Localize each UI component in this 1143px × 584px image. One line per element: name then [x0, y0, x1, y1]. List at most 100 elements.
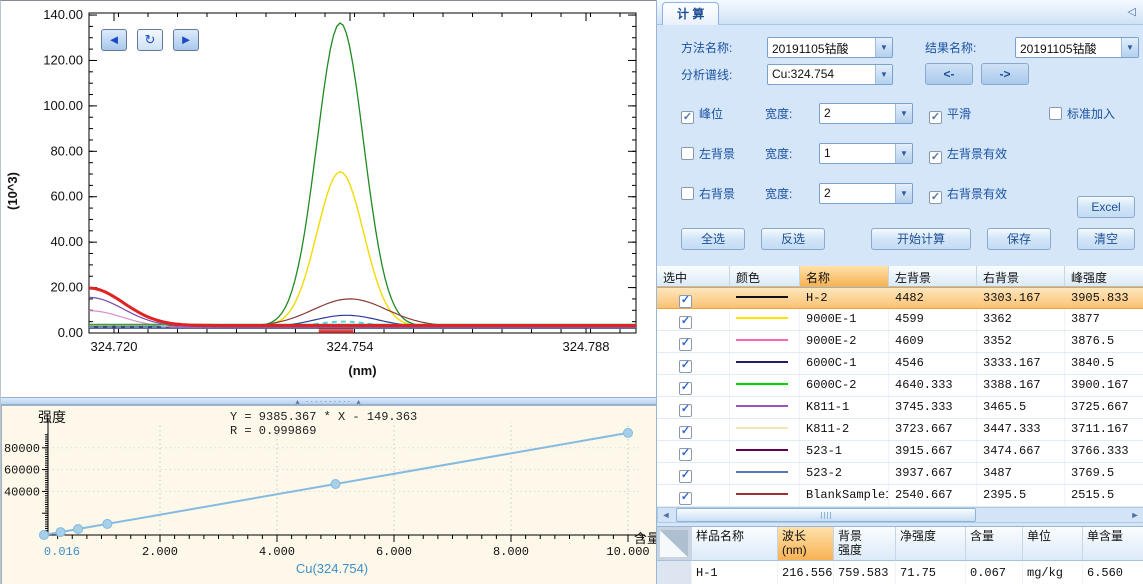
- checkbox-icon[interactable]: [1049, 107, 1062, 120]
- table-row[interactable]: H-1216.556759.58371.750.067mg/kg6.560: [657, 561, 1143, 584]
- calibration-point[interactable]: [74, 525, 83, 534]
- chevron-down-icon[interactable]: ▼: [895, 184, 912, 203]
- refresh-button[interactable]: ↻: [137, 29, 163, 51]
- corner-select-all-cell[interactable]: [657, 527, 692, 561]
- column-header[interactable]: 含量: [966, 527, 1023, 561]
- column-header[interactable]: 波长 (nm): [778, 527, 834, 561]
- row-checkbox-cell[interactable]: [657, 331, 730, 352]
- row-checkbox[interactable]: [679, 492, 692, 505]
- calibration-point[interactable]: [56, 528, 65, 537]
- peak-checkbox[interactable]: 峰位: [681, 104, 723, 124]
- tab-calculate[interactable]: 计 算: [662, 2, 719, 25]
- calibration-point[interactable]: [331, 480, 340, 489]
- table-row[interactable]: 6000C-24640.3333388.1673900.167: [657, 375, 1143, 397]
- row-selector-cell[interactable]: [657, 561, 692, 584]
- table-row[interactable]: K811-23723.6673447.3333711.167: [657, 419, 1143, 441]
- calibration-point[interactable]: [39, 530, 48, 539]
- start-calculation-button[interactable]: 开始计算: [871, 228, 971, 250]
- column-header[interactable]: 左背景: [889, 266, 977, 287]
- right-bg-checkbox[interactable]: 右背景: [681, 184, 735, 204]
- row-checkbox-cell[interactable]: [657, 288, 730, 308]
- column-header[interactable]: 单含量: [1083, 527, 1143, 561]
- chevron-down-icon[interactable]: ▼: [895, 104, 912, 123]
- row-checkbox[interactable]: [679, 382, 692, 395]
- right-bg-width-select[interactable]: 2 ▼: [819, 183, 913, 204]
- calibration-point[interactable]: [103, 519, 112, 528]
- scrollbar-track[interactable]: [976, 508, 1127, 522]
- table-row[interactable]: 9000E-2460933523876.5: [657, 331, 1143, 353]
- table-row[interactable]: 523-13915.6673474.6673766.333: [657, 441, 1143, 463]
- scroll-left-icon[interactable]: ◄: [658, 508, 674, 522]
- horizontal-splitter[interactable]: ▴ ·········· ▴: [1, 397, 657, 405]
- table-row[interactable]: 6000C-145463333.1673840.5: [657, 353, 1143, 375]
- checkbox-icon[interactable]: [929, 191, 942, 204]
- column-header[interactable]: 峰强度: [1065, 266, 1143, 287]
- calibration-point[interactable]: [624, 428, 633, 437]
- chevron-down-icon[interactable]: ▼: [1121, 38, 1138, 57]
- table-row[interactable]: K811-13745.3333465.53725.667: [657, 397, 1143, 419]
- column-header[interactable]: 背景 强度: [834, 527, 896, 561]
- left-pane: 324.720324.754324.7880.0020.0040.0060.00…: [0, 0, 656, 584]
- checkbox-icon[interactable]: [681, 111, 694, 124]
- row-checkbox[interactable]: [679, 316, 692, 329]
- row-checkbox[interactable]: [679, 295, 692, 308]
- checkbox-icon[interactable]: [929, 151, 942, 164]
- next-result-button[interactable]: ->: [981, 63, 1029, 85]
- invert-selection-button[interactable]: 反选: [761, 228, 825, 250]
- next-spectrum-button[interactable]: ►: [173, 29, 199, 51]
- table-row[interactable]: H-244823303.1673905.833: [657, 287, 1143, 309]
- row-checkbox-cell[interactable]: [657, 397, 730, 418]
- checkbox-icon[interactable]: [681, 187, 694, 200]
- table-row[interactable]: 523-23937.66734873769.5: [657, 463, 1143, 485]
- clear-button[interactable]: 清空: [1077, 228, 1135, 250]
- chevron-down-icon[interactable]: ▼: [895, 144, 912, 163]
- standard-addition-checkbox[interactable]: 标准加入: [1049, 104, 1115, 124]
- table-row[interactable]: BlankSample12540.6672395.52515.5: [657, 485, 1143, 507]
- row-checkbox[interactable]: [679, 470, 692, 483]
- color-cell: [730, 309, 800, 330]
- column-header[interactable]: 名称: [800, 266, 889, 287]
- chevron-down-icon[interactable]: ▼: [875, 65, 892, 84]
- left-bg-valid-checkbox[interactable]: 左背景有效: [929, 144, 1007, 164]
- select-all-button[interactable]: 全选: [681, 228, 745, 250]
- row-checkbox-cell[interactable]: [657, 353, 730, 374]
- column-header[interactable]: 颜色: [730, 266, 800, 287]
- row-checkbox[interactable]: [679, 338, 692, 351]
- row-checkbox[interactable]: [679, 360, 692, 373]
- column-header[interactable]: 单位: [1023, 527, 1083, 561]
- collapse-panel-icon[interactable]: ◁: [1128, 5, 1136, 18]
- excel-button[interactable]: Excel: [1077, 196, 1135, 218]
- row-checkbox-cell[interactable]: [657, 375, 730, 396]
- row-checkbox-cell[interactable]: [657, 419, 730, 440]
- checkbox-icon[interactable]: [929, 111, 942, 124]
- smooth-checkbox[interactable]: 平滑: [929, 104, 971, 124]
- svg-text:4.000: 4.000: [259, 545, 295, 559]
- left-bg-checkbox[interactable]: 左背景: [681, 144, 735, 164]
- prev-result-button[interactable]: <-: [925, 63, 973, 85]
- scroll-right-icon[interactable]: ►: [1127, 508, 1143, 522]
- prev-spectrum-button[interactable]: ◄: [101, 29, 127, 51]
- row-checkbox-cell[interactable]: [657, 463, 730, 484]
- right-bg-valid-checkbox[interactable]: 右背景有效: [929, 184, 1007, 204]
- row-checkbox[interactable]: [679, 448, 692, 461]
- chevron-down-icon[interactable]: ▼: [875, 38, 892, 57]
- save-button[interactable]: 保存: [987, 228, 1051, 250]
- peak-width-select[interactable]: 2 ▼: [819, 103, 913, 124]
- column-header[interactable]: 选中: [657, 266, 730, 287]
- result-name-select[interactable]: 20191105钴酸 ▼: [1015, 37, 1139, 58]
- method-name-select[interactable]: 20191105钴酸 ▼: [767, 37, 893, 58]
- row-checkbox[interactable]: [679, 426, 692, 439]
- analysis-line-select[interactable]: Cu:324.754 ▼: [767, 64, 893, 85]
- row-checkbox[interactable]: [679, 404, 692, 417]
- table-row[interactable]: 9000E-1459933623877: [657, 309, 1143, 331]
- column-header[interactable]: 样品名称: [692, 527, 778, 561]
- row-checkbox-cell[interactable]: [657, 309, 730, 330]
- row-checkbox-cell[interactable]: [657, 485, 730, 506]
- column-header[interactable]: 净强度: [896, 527, 966, 561]
- results-table-hscrollbar[interactable]: ◄ ►: [657, 507, 1143, 523]
- row-checkbox-cell[interactable]: [657, 441, 730, 462]
- column-header[interactable]: 右背景: [977, 266, 1065, 287]
- scrollbar-thumb[interactable]: [676, 508, 976, 522]
- left-bg-width-select[interactable]: 1 ▼: [819, 143, 913, 164]
- checkbox-icon[interactable]: [681, 147, 694, 160]
